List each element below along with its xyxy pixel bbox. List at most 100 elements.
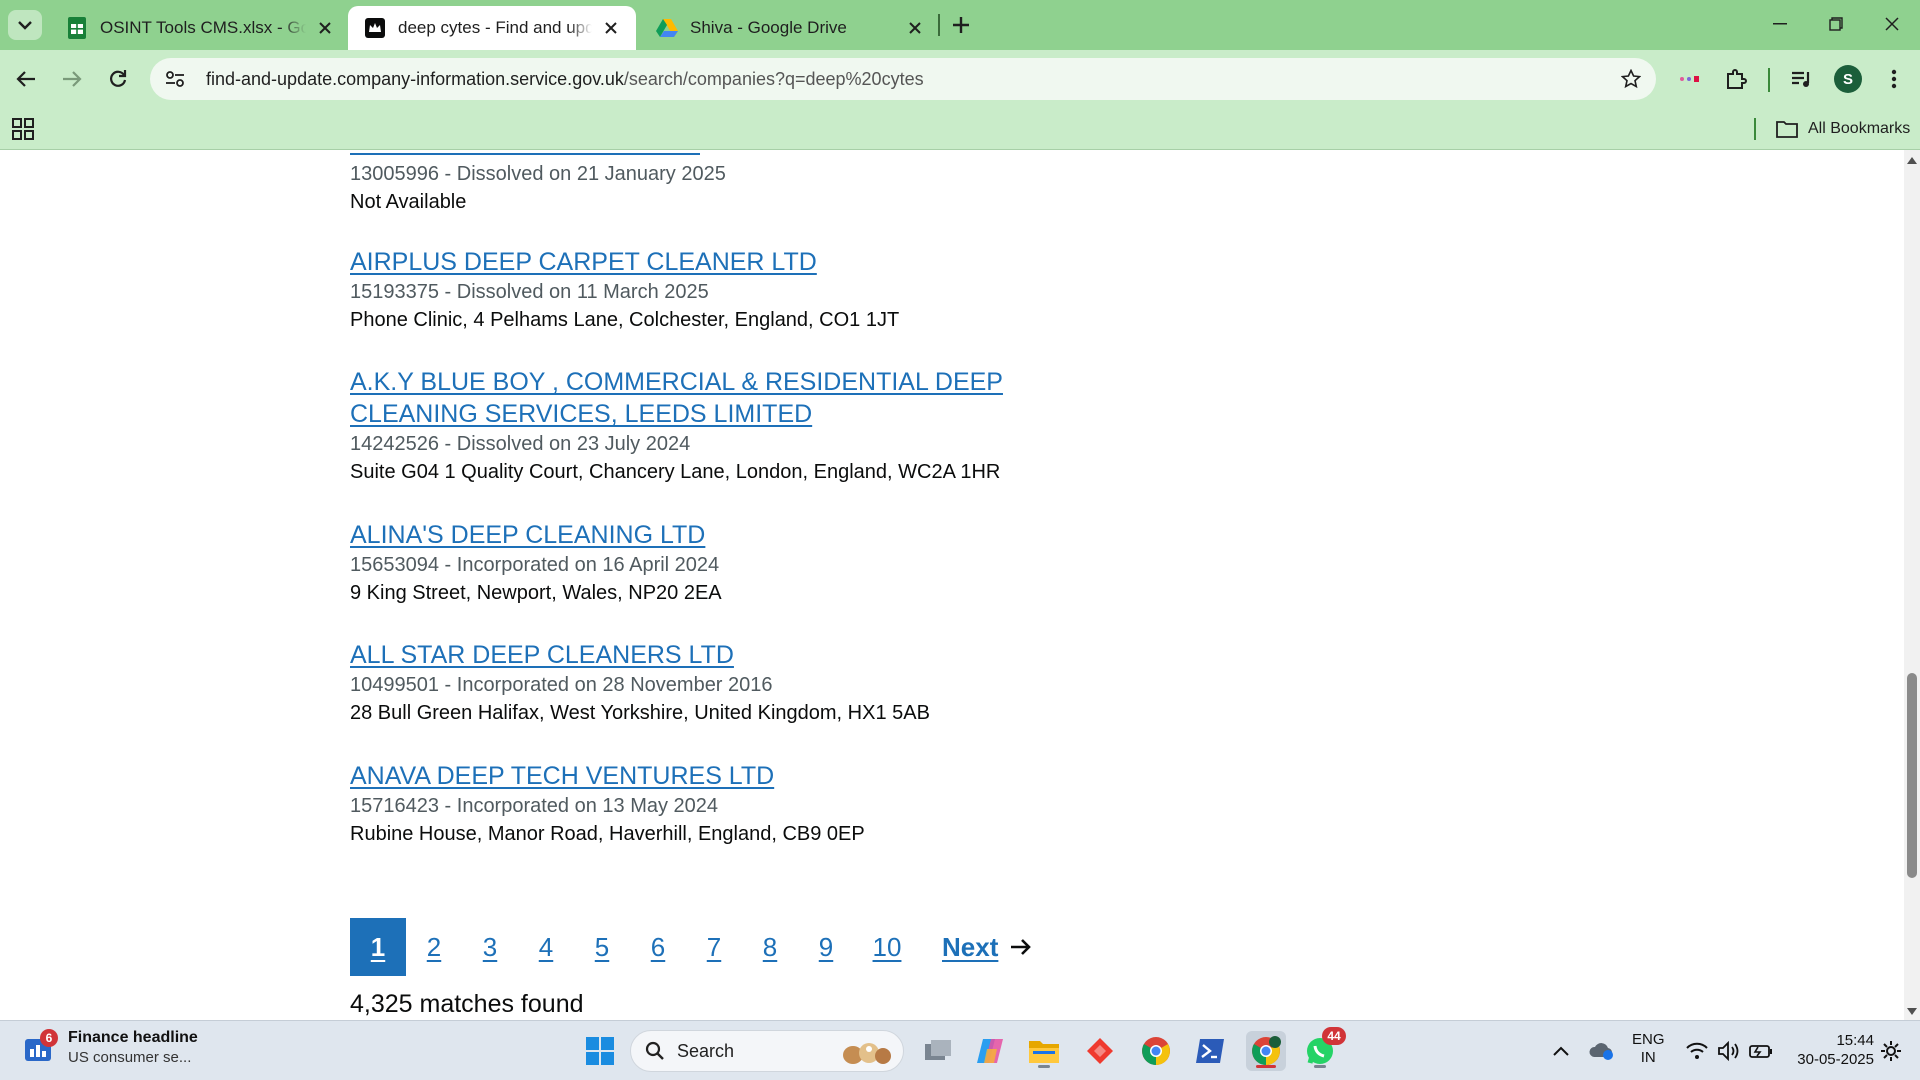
wifi-icon[interactable] <box>1682 1035 1712 1067</box>
start-windows-icon[interactable] <box>580 1031 620 1071</box>
minimize-icon <box>1773 23 1787 25</box>
ai-extension-icon[interactable] <box>1672 61 1708 97</box>
drive-icon <box>656 17 678 39</box>
scrollbar-thumb[interactable] <box>1907 673 1917 878</box>
search-icon <box>645 1041 664 1060</box>
scroll-down-icon[interactable] <box>1907 1008 1917 1016</box>
system-clock[interactable]: 15:44 30-05-2025 <box>1780 1031 1874 1069</box>
result-meta: 15653094 - Incorporated on 16 April 2024 <box>350 554 720 576</box>
search-highlight-icon <box>843 1043 891 1064</box>
url-text: find-and-update.company-information.serv… <box>206 69 924 90</box>
close-icon[interactable] <box>314 17 336 39</box>
new-tab-button[interactable] <box>946 10 976 40</box>
reload-icon <box>110 70 127 87</box>
battery-icon[interactable] <box>1746 1035 1776 1067</box>
next-page-link[interactable]: Next <box>942 932 1032 963</box>
tab-google-drive[interactable]: Shiva - Google Drive <box>640 6 940 50</box>
bookmarks-bar: All Bookmarks <box>0 108 1920 150</box>
company-link[interactable]: ANAVA DEEP TECH VENTURES LTD <box>350 760 1110 792</box>
news-widget[interactable]: 6 Finance headline US consumer se... <box>22 1028 198 1066</box>
url-host: find-and-update.company-information.serv… <box>206 68 624 89</box>
tab-deep-cytes[interactable]: deep cytes - Find and update c <box>348 6 636 50</box>
tab-title: OSINT Tools CMS.xlsx - Google <box>100 18 306 37</box>
tab-osint-sheet[interactable]: OSINT Tools CMS.xlsx - Google <box>50 6 350 50</box>
scroll-up-icon[interactable] <box>1907 156 1917 164</box>
clipped-company-link[interactable] <box>350 150 700 155</box>
running-indicator <box>1314 1065 1326 1068</box>
restore-button[interactable] <box>1808 0 1864 48</box>
onedrive-icon[interactable] <box>1584 1035 1620 1067</box>
anydesk-icon[interactable] <box>1080 1031 1120 1071</box>
toolbar-separator <box>1768 68 1770 92</box>
file-explorer-icon[interactable] <box>1024 1031 1064 1071</box>
back-button[interactable] <box>8 61 44 97</box>
news-widget-icon: 6 <box>22 1028 58 1065</box>
result-meta: 15716423 - Incorporated on 13 May 2024 <box>350 795 719 817</box>
matches-count: 4,325 matches found <box>350 990 584 1018</box>
page-link-4[interactable]: 4 <box>518 918 574 976</box>
company-link[interactable]: ALINA'S DEEP CLEANING LTD <box>350 519 1110 551</box>
close-icon[interactable] <box>600 17 622 39</box>
tray-overflow-chevron-icon[interactable] <box>1548 1035 1574 1067</box>
active-indicator <box>1256 1065 1276 1068</box>
notifications-settings-icon[interactable] <box>1876 1035 1906 1067</box>
plus-icon <box>953 17 969 33</box>
close-icon[interactable] <box>904 17 926 39</box>
result-address: Suite G04 1 Quality Court, Chancery Lane… <box>350 461 1001 483</box>
running-indicator <box>1038 1065 1050 1068</box>
chrome-icon[interactable] <box>1136 1031 1176 1071</box>
page-link-3[interactable]: 3 <box>462 918 518 976</box>
menu-kebab-icon[interactable] <box>1876 61 1912 97</box>
bookmark-star-icon[interactable] <box>1616 64 1646 94</box>
apps-grid-icon[interactable] <box>12 118 36 142</box>
result-address: 9 King Street, Newport, Wales, NP20 2EA <box>350 582 722 604</box>
media-controls-icon[interactable] <box>1784 61 1820 97</box>
page-link-7[interactable]: 7 <box>686 918 742 976</box>
page-link-9[interactable]: 9 <box>798 918 854 976</box>
result-meta: 10499501 - Incorporated on 28 November 2… <box>350 674 773 696</box>
lang-line1: ENG <box>1632 1031 1665 1048</box>
language-indicator[interactable]: ENG IN <box>1632 1031 1665 1067</box>
result-meta: 15193375 - Dissolved on 11 March 2025 <box>350 281 709 303</box>
clock-date: 30-05-2025 <box>1797 1051 1874 1068</box>
forward-button[interactable] <box>54 61 90 97</box>
close-icon <box>1885 17 1899 31</box>
tab-strip: OSINT Tools CMS.xlsx - Google deep cytes… <box>0 0 1920 50</box>
minimize-button[interactable] <box>1752 0 1808 48</box>
profile-avatar[interactable]: S <box>1834 65 1862 93</box>
url-path: /search/companies?q=deep%20cytes <box>623 68 924 89</box>
copilot-icon[interactable] <box>970 1031 1010 1071</box>
powershell-icon[interactable] <box>1190 1031 1230 1071</box>
page-link-6[interactable]: 6 <box>630 918 686 976</box>
company-link[interactable]: ALL STAR DEEP CLEANERS LTD <box>350 639 1110 671</box>
lang-line2: IN <box>1640 1049 1656 1066</box>
volume-icon[interactable] <box>1714 1035 1744 1067</box>
chrome-profile-icon[interactable] <box>1246 1031 1286 1071</box>
company-link[interactable]: AIRPLUS DEEP CARPET CLEANER LTD <box>350 246 1110 278</box>
site-info-icon[interactable] <box>160 64 190 94</box>
address-bar[interactable]: find-and-update.company-information.serv… <box>150 58 1656 100</box>
close-window-button[interactable] <box>1864 0 1920 48</box>
whatsapp-icon[interactable]: 44 <box>1300 1027 1346 1071</box>
tab-title: Shiva - Google Drive <box>690 18 847 37</box>
result-address: Rubine House, Manor Road, Haverhill, Eng… <box>350 823 865 845</box>
page-scrollbar[interactable] <box>1904 150 1920 1020</box>
all-bookmarks-button[interactable]: All Bookmarks <box>1776 114 1910 144</box>
whatsapp-badge: 44 <box>1322 1027 1346 1045</box>
result-address: Not Available <box>350 191 467 213</box>
reload-button[interactable] <box>100 61 136 97</box>
result-item: 13005996 - Dissolved on 21 January 2025 … <box>350 160 1110 217</box>
extensions-puzzle-icon[interactable] <box>1718 61 1754 97</box>
company-link[interactable]: A.K.Y BLUE BOY , COMMERCIAL & RESIDENTIA… <box>350 366 1110 430</box>
windows-taskbar: 6 Finance headline US consumer se... Sea… <box>0 1020 1920 1080</box>
sheets-icon <box>66 17 88 39</box>
page-link-2[interactable]: 2 <box>406 918 462 976</box>
result-address: 28 Bull Green Halifax, West Yorkshire, U… <box>350 702 930 724</box>
page-link-10[interactable]: 10 <box>854 918 920 976</box>
task-view-icon[interactable] <box>918 1031 958 1071</box>
page-current[interactable]: 1 <box>350 918 406 976</box>
taskbar-search[interactable]: Search <box>630 1030 904 1072</box>
tab-search-button[interactable] <box>8 10 42 40</box>
page-link-5[interactable]: 5 <box>574 918 630 976</box>
page-link-8[interactable]: 8 <box>742 918 798 976</box>
